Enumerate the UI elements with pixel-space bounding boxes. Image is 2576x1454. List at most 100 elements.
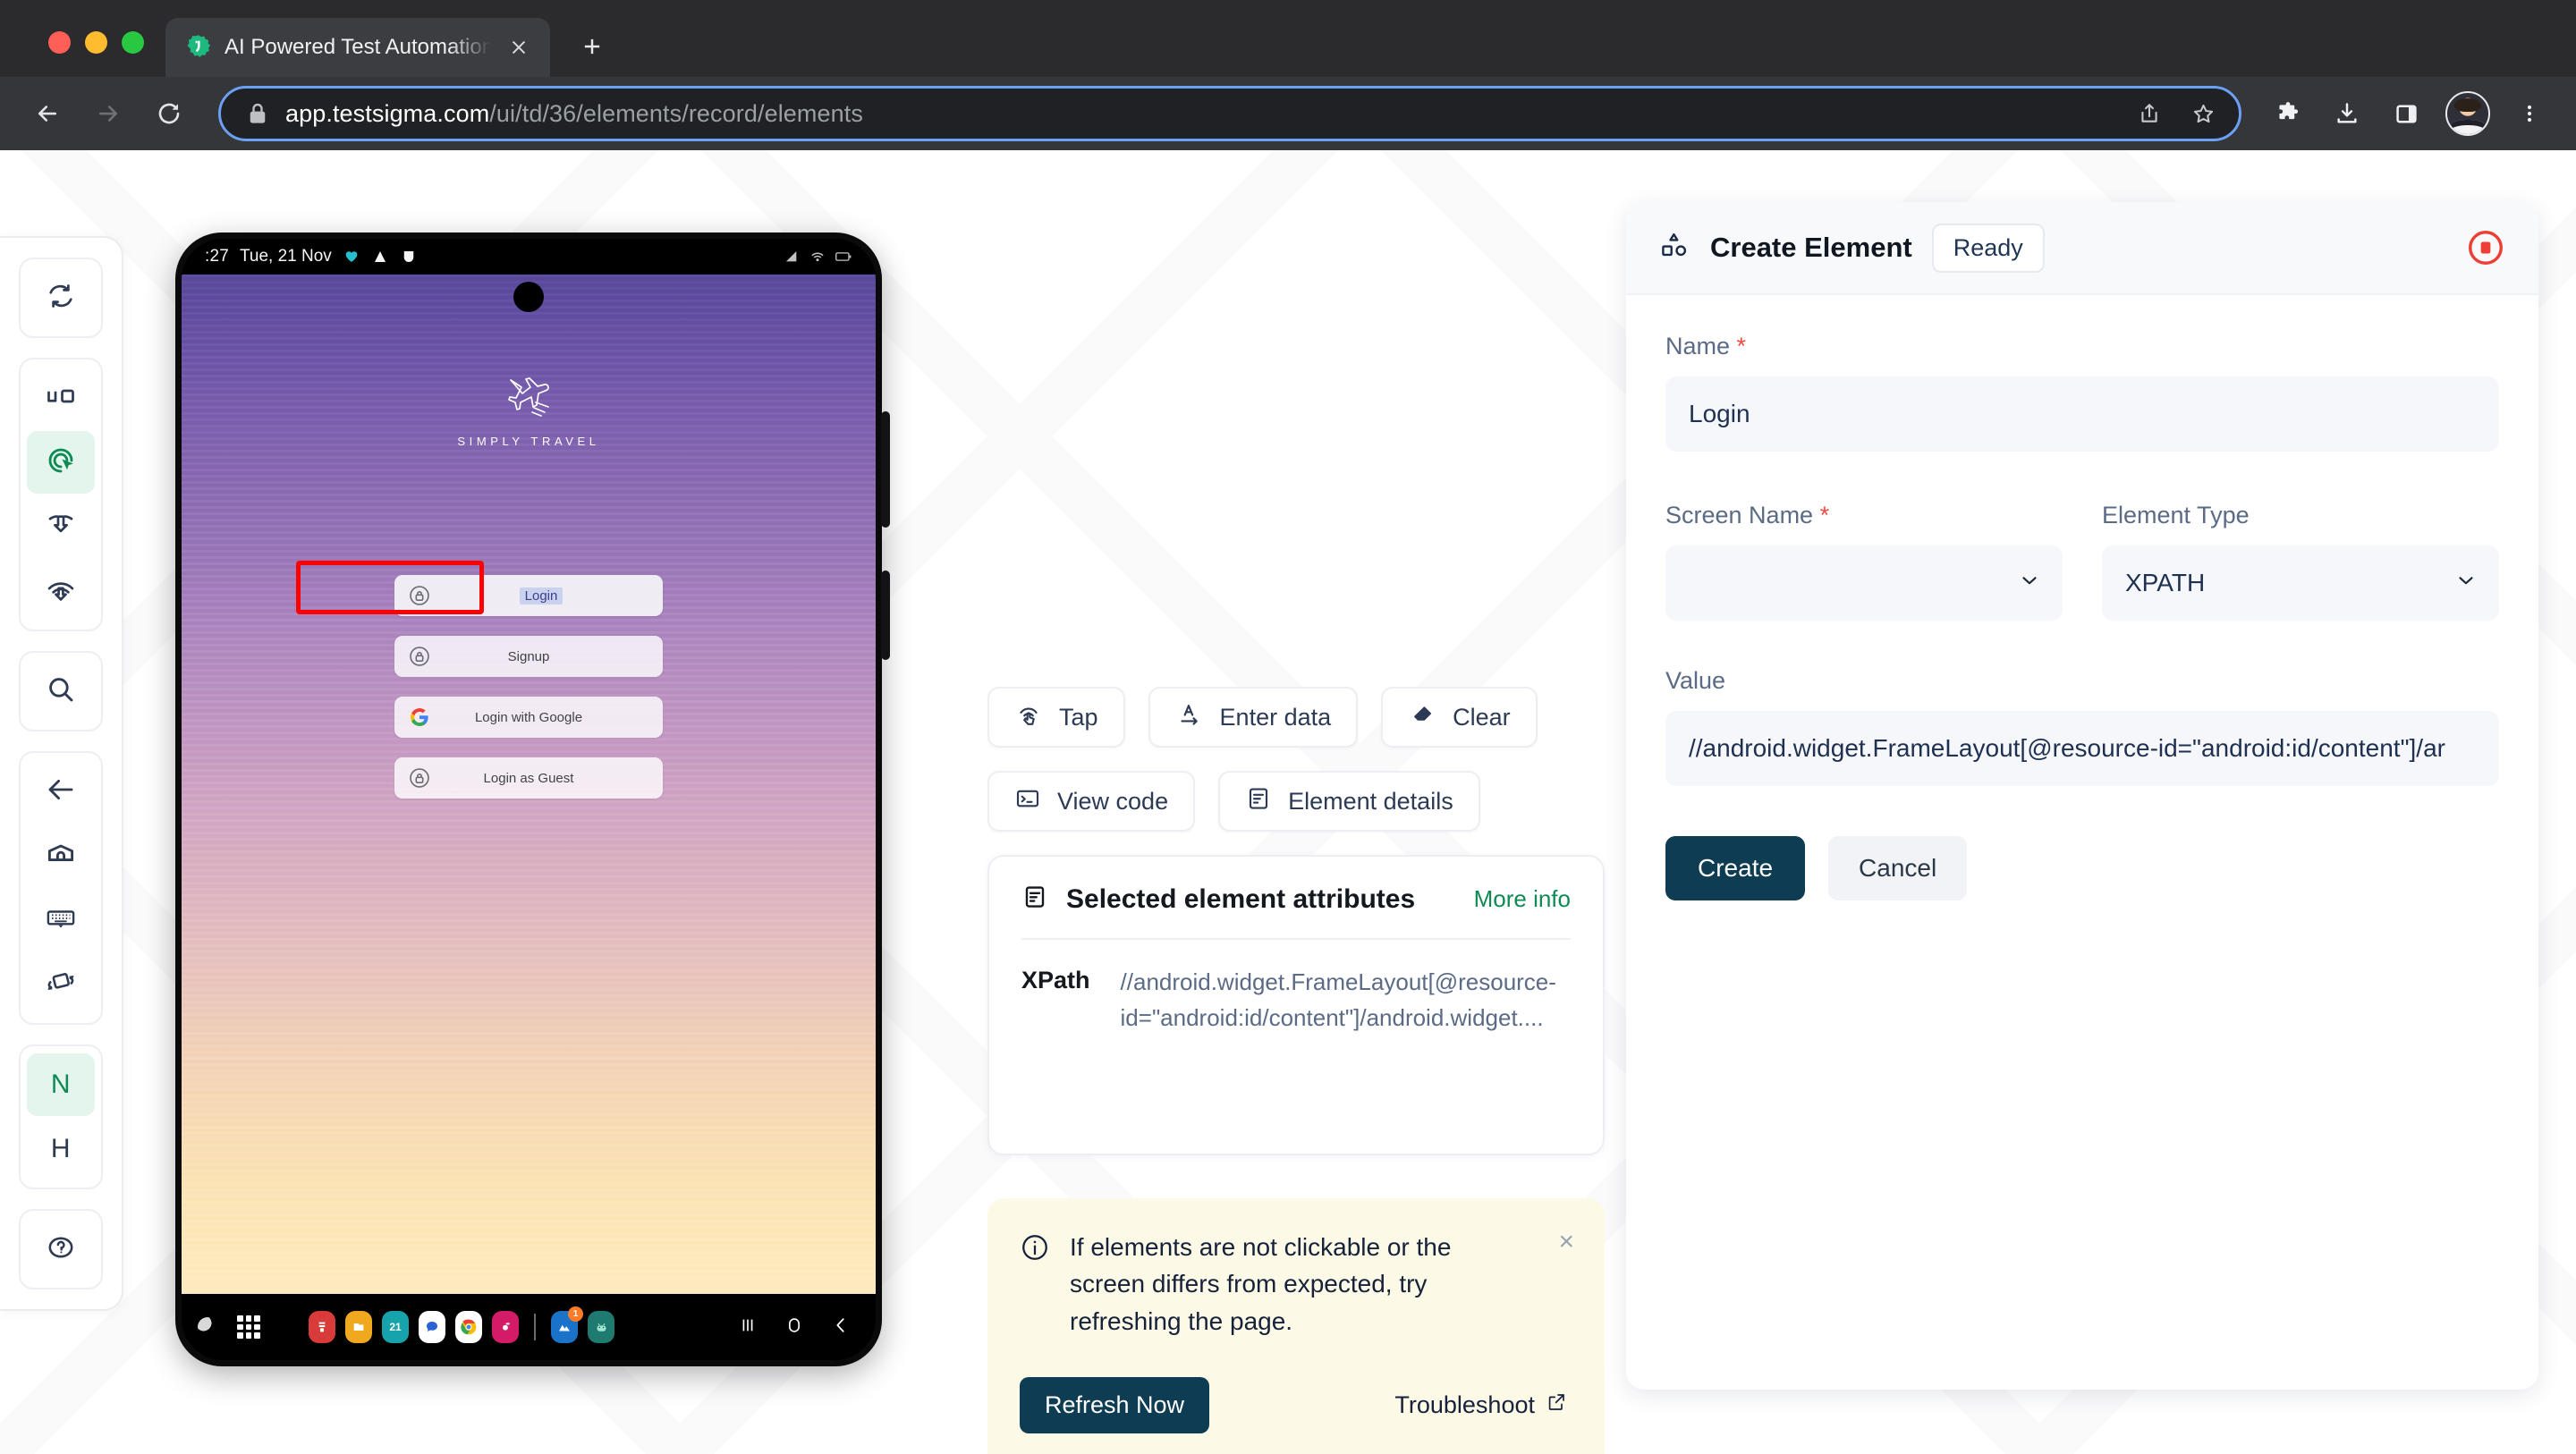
swipe-up-icon-button[interactable] <box>27 495 95 558</box>
more-info-link[interactable]: More info <box>1474 885 1571 913</box>
app-button-login-google[interactable]: Login with Google <box>394 697 663 738</box>
download-icon[interactable] <box>2322 89 2372 139</box>
clear-button-label: Clear <box>1453 703 1511 731</box>
element-type-select[interactable]: XPATH <box>2102 545 2499 621</box>
device-mockup: :27 Tue, 21 Nov SIMPLY TRAVEL Login Sign… <box>175 232 890 1366</box>
messages-app-icon[interactable] <box>419 1311 445 1343</box>
calendar-app-icon[interactable]: 21 <box>382 1311 409 1343</box>
element-details-button-label: Element details <box>1288 787 1453 815</box>
create-button[interactable]: Create <box>1665 836 1806 900</box>
new-tab-button[interactable] <box>566 21 618 72</box>
refresh-warning-banner: × If elements are not clickable or the s… <box>987 1198 1605 1454</box>
files-app-icon[interactable] <box>345 1311 372 1343</box>
more-menu-icon[interactable] <box>2504 89 2555 139</box>
chrome-app-icon[interactable] <box>455 1311 482 1343</box>
required-asterisk: * <box>1813 502 1830 528</box>
omnibox-actions <box>2126 90 2226 137</box>
tool-rail: N H <box>0 236 123 1311</box>
maximize-window-button[interactable] <box>122 31 144 54</box>
enter-data-icon <box>1175 700 1204 735</box>
profile-avatar[interactable] <box>2445 91 2490 136</box>
home-key[interactable] <box>784 1315 804 1340</box>
chevron-down-icon <box>2018 569 2041 598</box>
keyboard-icon-button[interactable] <box>27 889 95 951</box>
troubleshoot-link[interactable]: Troubleshoot <box>1394 1391 1574 1419</box>
create-element-panel: Create Element Ready Name * Login Screen… <box>1626 202 2538 1390</box>
rail-group-sync <box>19 258 103 338</box>
app-button-login-guest[interactable]: Login as Guest <box>394 757 663 799</box>
element-details-button[interactable]: Element details <box>1218 771 1480 832</box>
reload-button[interactable] <box>143 88 195 139</box>
back-key[interactable] <box>831 1315 851 1340</box>
app-drawer-icon[interactable] <box>237 1315 260 1339</box>
name-input[interactable]: Login <box>1665 376 2499 452</box>
hierarchy-letter-button[interactable]: H <box>27 1118 95 1180</box>
refresh-now-button[interactable]: Refresh Now <box>1020 1377 1210 1434</box>
cancel-button[interactable]: Cancel <box>1828 836 1968 900</box>
minimize-window-button[interactable] <box>85 31 107 54</box>
back-arrow-icon-button[interactable] <box>27 760 95 823</box>
close-window-button[interactable] <box>48 31 71 54</box>
gallery-app-icon[interactable] <box>309 1311 335 1343</box>
external-link-icon <box>1546 1391 1567 1419</box>
network-letter-button[interactable]: N <box>27 1053 95 1116</box>
forward-button[interactable] <box>82 88 134 139</box>
battery-icon <box>835 248 852 266</box>
recents-key[interactable] <box>738 1315 758 1340</box>
status-badge[interactable]: Ready <box>1931 223 2045 273</box>
rotate-screen-icon-button[interactable] <box>27 953 95 1016</box>
panel-actions: Create Cancel <box>1665 836 2499 900</box>
device-volume-button <box>881 411 890 528</box>
inspect-target-icon-button[interactable] <box>27 431 95 494</box>
value-field-group: Value //android.widget.FrameLayout[@reso… <box>1665 667 2499 786</box>
close-tab-button[interactable] <box>504 32 534 63</box>
app-button-signup[interactable]: Signup <box>394 636 663 677</box>
rail-group-help <box>19 1209 103 1289</box>
rail-group-device-keys <box>19 751 103 1025</box>
side-panel-icon[interactable] <box>2381 89 2431 139</box>
android-nav-bar: 21 1 <box>182 1294 876 1360</box>
android-test-app-icon[interactable] <box>588 1311 614 1343</box>
device-screen-icon-button[interactable] <box>27 367 95 429</box>
help-icon <box>46 1232 76 1267</box>
hierarchy-letter-label: H <box>50 1134 72 1163</box>
share-icon[interactable] <box>2126 90 2173 137</box>
clear-button[interactable]: Clear <box>1381 687 1538 748</box>
info-icon <box>1020 1229 1050 1340</box>
view-code-button[interactable]: View code <box>987 771 1196 832</box>
appium-badge: 1 <box>568 1306 583 1322</box>
bookmark-star-icon[interactable] <box>2180 90 2226 137</box>
enter-data-button[interactable]: Enter data <box>1148 687 1359 748</box>
back-button[interactable] <box>21 88 73 139</box>
device-screen-icon <box>45 380 77 417</box>
rail-group-search <box>19 651 103 731</box>
browser-tab[interactable]: AI Powered Test Automation Pl <box>165 18 550 77</box>
airplane-logo-icon <box>182 373 876 427</box>
home-icon-button[interactable] <box>27 824 95 887</box>
edge-handle-icon[interactable] <box>198 1317 217 1337</box>
stop-recording-icon[interactable] <box>2465 227 2506 268</box>
testsigma-favicon-icon <box>185 34 212 61</box>
long-press-icon-button[interactable] <box>27 560 95 622</box>
tap-button[interactable]: Tap <box>987 687 1125 748</box>
sync-rotate-icon-button[interactable] <box>27 266 95 329</box>
app-button-login-guest-label: Login as Guest <box>483 770 574 786</box>
camera-punch-hole <box>513 282 544 312</box>
screen-name-select[interactable] <box>1665 545 2063 621</box>
rail-group-interactions <box>19 358 103 631</box>
appium-app-icon[interactable]: 1 <box>551 1306 583 1343</box>
value-field-label: Value <box>1665 667 1726 694</box>
help-icon-button[interactable] <box>27 1218 95 1281</box>
troubleshoot-label: Troubleshoot <box>1394 1391 1535 1419</box>
extensions-icon[interactable] <box>2263 89 2313 139</box>
device-screen[interactable]: :27 Tue, 21 Nov SIMPLY TRAVEL Login Sign… <box>182 239 876 1360</box>
rotate-screen-icon <box>45 967 77 1003</box>
wifi-icon <box>809 248 826 266</box>
address-bar[interactable]: app.testsigma.com/ui/td/36/elements/reco… <box>218 86 2241 141</box>
close-icon[interactable]: × <box>1558 1229 1574 1255</box>
panel-body: Name * Login Screen Name * Element Type … <box>1626 295 2538 900</box>
value-input[interactable]: //android.widget.FrameLayout[@resource-i… <box>1665 711 2499 786</box>
search-icon-button[interactable] <box>27 660 95 723</box>
warning-actions: Refresh Now Troubleshoot <box>1020 1377 1574 1434</box>
camera-app-icon[interactable] <box>492 1311 519 1343</box>
